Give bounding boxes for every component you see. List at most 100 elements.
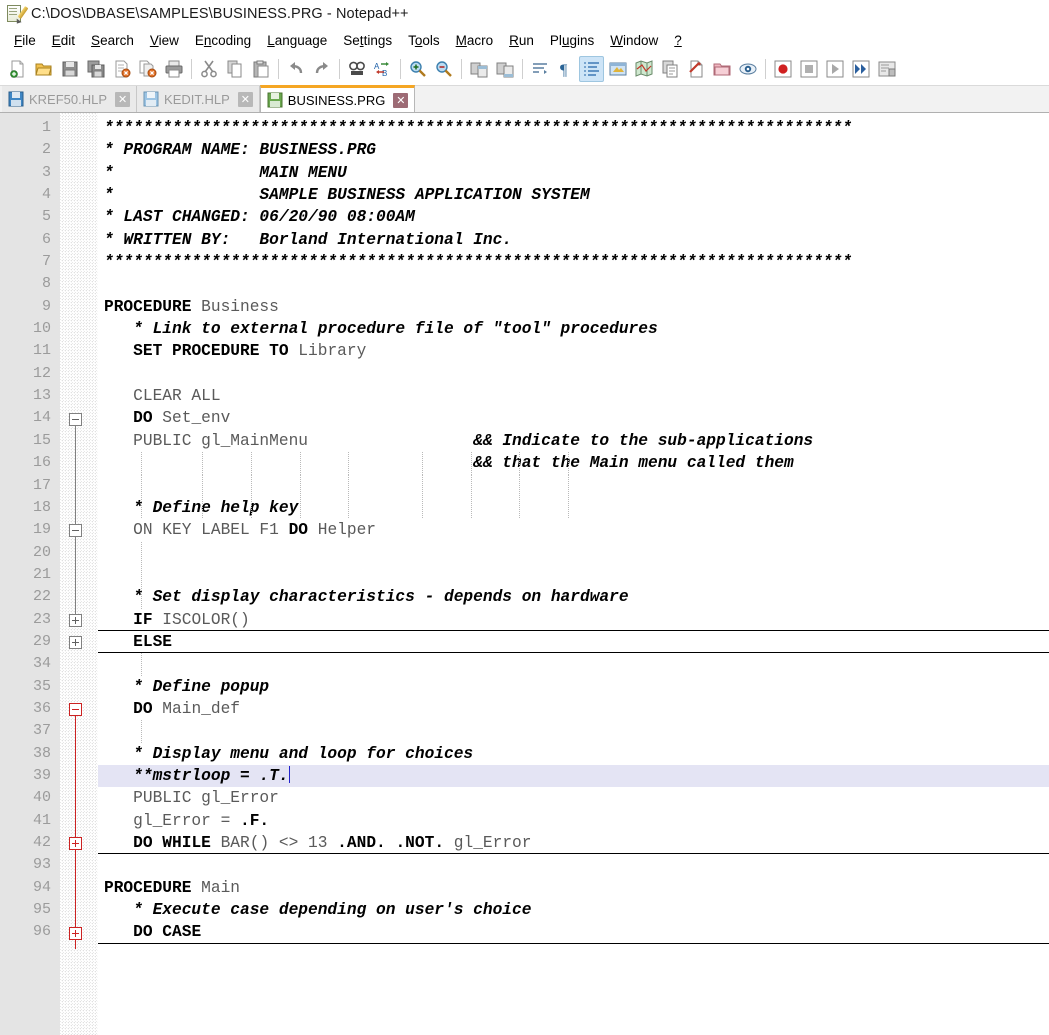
fold-row[interactable] xyxy=(60,787,98,809)
fold-row[interactable] xyxy=(60,229,98,251)
fold-row[interactable] xyxy=(60,273,98,295)
replace-icon[interactable]: AB xyxy=(370,56,395,82)
user-defined-language-icon[interactable] xyxy=(605,56,630,82)
fold-toggle-plus[interactable] xyxy=(69,837,82,851)
fold-row[interactable] xyxy=(60,765,98,787)
fold-toggle-plus[interactable] xyxy=(69,926,82,940)
redo-icon[interactable] xyxy=(309,56,334,82)
code-line-18[interactable]: * Define help key xyxy=(98,497,1049,519)
paste-icon[interactable] xyxy=(248,56,273,82)
fold-toggle-minus[interactable] xyxy=(69,412,82,426)
fold-row[interactable] xyxy=(60,676,98,698)
code-line-42[interactable]: DO WHILE BAR() <> 13 .AND. .NOT. gl_Erro… xyxy=(98,832,1049,855)
fold-row[interactable] xyxy=(60,162,98,184)
fold-row[interactable] xyxy=(60,340,98,362)
fold-toggle-minus[interactable] xyxy=(69,703,82,717)
fold-toggle-minus[interactable] xyxy=(69,524,82,538)
menu-item-view[interactable]: View xyxy=(142,31,187,50)
fold-row[interactable] xyxy=(60,430,98,452)
copy-icon[interactable] xyxy=(222,56,247,82)
save-all-icon[interactable] xyxy=(83,56,108,82)
fold-row[interactable] xyxy=(60,184,98,206)
menu-item-edit[interactable]: Edit xyxy=(44,31,83,50)
code-line-17[interactable] xyxy=(98,475,1049,497)
code-line-12[interactable] xyxy=(98,363,1049,385)
sync-horizontal-scrolling-icon[interactable] xyxy=(492,56,517,82)
fold-row[interactable] xyxy=(60,296,98,318)
fold-row[interactable] xyxy=(60,542,98,564)
menu-item-encoding[interactable]: Encoding xyxy=(187,31,259,50)
fold-row[interactable] xyxy=(60,743,98,765)
code-line-7[interactable]: ****************************************… xyxy=(98,251,1049,273)
fold-row[interactable] xyxy=(60,363,98,385)
fold-toggle-plus[interactable] xyxy=(69,613,82,627)
document-switcher-icon[interactable] xyxy=(683,56,708,82)
zoom-out-icon[interactable] xyxy=(431,56,456,82)
menu-item-settings[interactable]: Settings xyxy=(335,31,400,50)
menu-item-language[interactable]: Language xyxy=(259,31,335,50)
run-macro-multiple-icon[interactable] xyxy=(848,56,873,82)
code-line-38[interactable]: * Display menu and loop for choices xyxy=(98,743,1049,765)
stop-macro-icon[interactable] xyxy=(796,56,821,82)
code-line-93[interactable] xyxy=(98,854,1049,876)
fold-row[interactable] xyxy=(60,139,98,161)
code-line-41[interactable]: gl_Error = .F. xyxy=(98,810,1049,832)
menu-item-[interactable]: ? xyxy=(666,31,690,50)
code-line-35[interactable]: * Define popup xyxy=(98,676,1049,698)
cut-icon[interactable] xyxy=(196,56,221,82)
tab-kedit-hlp[interactable]: KEDIT.HLP ✕ xyxy=(137,86,260,112)
code-line-15[interactable]: PUBLIC gl_MainMenu && Indicate to the su… xyxy=(98,430,1049,452)
save-icon[interactable] xyxy=(57,56,82,82)
show-all-characters-icon[interactable]: ¶ xyxy=(553,56,578,82)
menu-item-search[interactable]: Search xyxy=(83,31,142,50)
code-line-11[interactable]: SET PROCEDURE TO Library xyxy=(98,340,1049,362)
menu-item-file[interactable]: File xyxy=(6,31,44,50)
show-document-map-icon[interactable] xyxy=(631,56,656,82)
code-line-20[interactable] xyxy=(98,542,1049,564)
tab-kref50-hlp[interactable]: KREF50.HLP ✕ xyxy=(2,86,138,112)
code-line-13[interactable]: CLEAR ALL xyxy=(98,385,1049,407)
code-line-37[interactable] xyxy=(98,720,1049,742)
close-all-files-icon[interactable] xyxy=(135,56,160,82)
code-line-8[interactable] xyxy=(98,273,1049,295)
editor-area[interactable]: 1 2 3 4 5 6 7 8 9 10 11 12 13 14 15 16 17 18 19 20 21 22 23 29 3… xyxy=(0,113,1049,1035)
word-wrap-icon[interactable] xyxy=(527,56,552,82)
code-line-36[interactable]: DO Main_def xyxy=(98,698,1049,720)
fold-row[interactable] xyxy=(60,586,98,608)
tab-close-icon[interactable]: ✕ xyxy=(237,91,253,107)
code-line-39[interactable]: **mstrloop = .T. xyxy=(98,764,1049,788)
record-macro-icon[interactable] xyxy=(770,56,795,82)
code-line-14[interactable]: DO Set_env xyxy=(98,407,1049,429)
code-line-22[interactable]: * Set display characteristics - depends … xyxy=(98,586,1049,608)
code-line-21[interactable] xyxy=(98,564,1049,586)
fold-row[interactable] xyxy=(60,318,98,340)
fold-row[interactable] xyxy=(60,899,98,921)
code-line-34[interactable] xyxy=(98,653,1049,675)
menu-item-plugins[interactable]: Plugins xyxy=(542,31,602,50)
code-line-29[interactable]: ELSE xyxy=(98,631,1049,654)
menu-item-tools[interactable]: Tools xyxy=(400,31,448,50)
sync-vertical-scrolling-icon[interactable] xyxy=(466,56,491,82)
code-line-94[interactable]: PROCEDURE Main xyxy=(98,877,1049,899)
code-line-96[interactable]: DO CASE xyxy=(98,921,1049,944)
code-line-5[interactable]: * LAST CHANGED: 06/20/90 08:00AM xyxy=(98,206,1049,228)
fold-row[interactable] xyxy=(60,564,98,586)
fold-row[interactable] xyxy=(60,854,98,876)
print-icon[interactable] xyxy=(161,56,186,82)
menu-item-run[interactable]: Run xyxy=(501,31,542,50)
code-line-23[interactable]: IF ISCOLOR() xyxy=(98,609,1049,631)
tab-close-icon[interactable]: ✕ xyxy=(115,91,131,107)
code-line-6[interactable]: * WRITTEN BY: Borland International Inc. xyxy=(98,229,1049,251)
zoom-in-icon[interactable] xyxy=(405,56,430,82)
open-file-icon[interactable] xyxy=(31,56,56,82)
new-file-icon[interactable] xyxy=(5,56,30,82)
undo-icon[interactable] xyxy=(283,56,308,82)
fold-row[interactable] xyxy=(60,720,98,742)
find-icon[interactable] xyxy=(344,56,369,82)
code-line-19[interactable]: ON KEY LABEL F1 DO Helper xyxy=(98,519,1049,541)
save-macro-icon[interactable] xyxy=(874,56,899,82)
fold-row[interactable] xyxy=(60,475,98,497)
menu-item-window[interactable]: Window xyxy=(602,31,666,50)
tab-business-prg[interactable]: BUSINESS.PRG ✕ xyxy=(259,85,416,112)
monitoring-icon[interactable] xyxy=(735,56,760,82)
